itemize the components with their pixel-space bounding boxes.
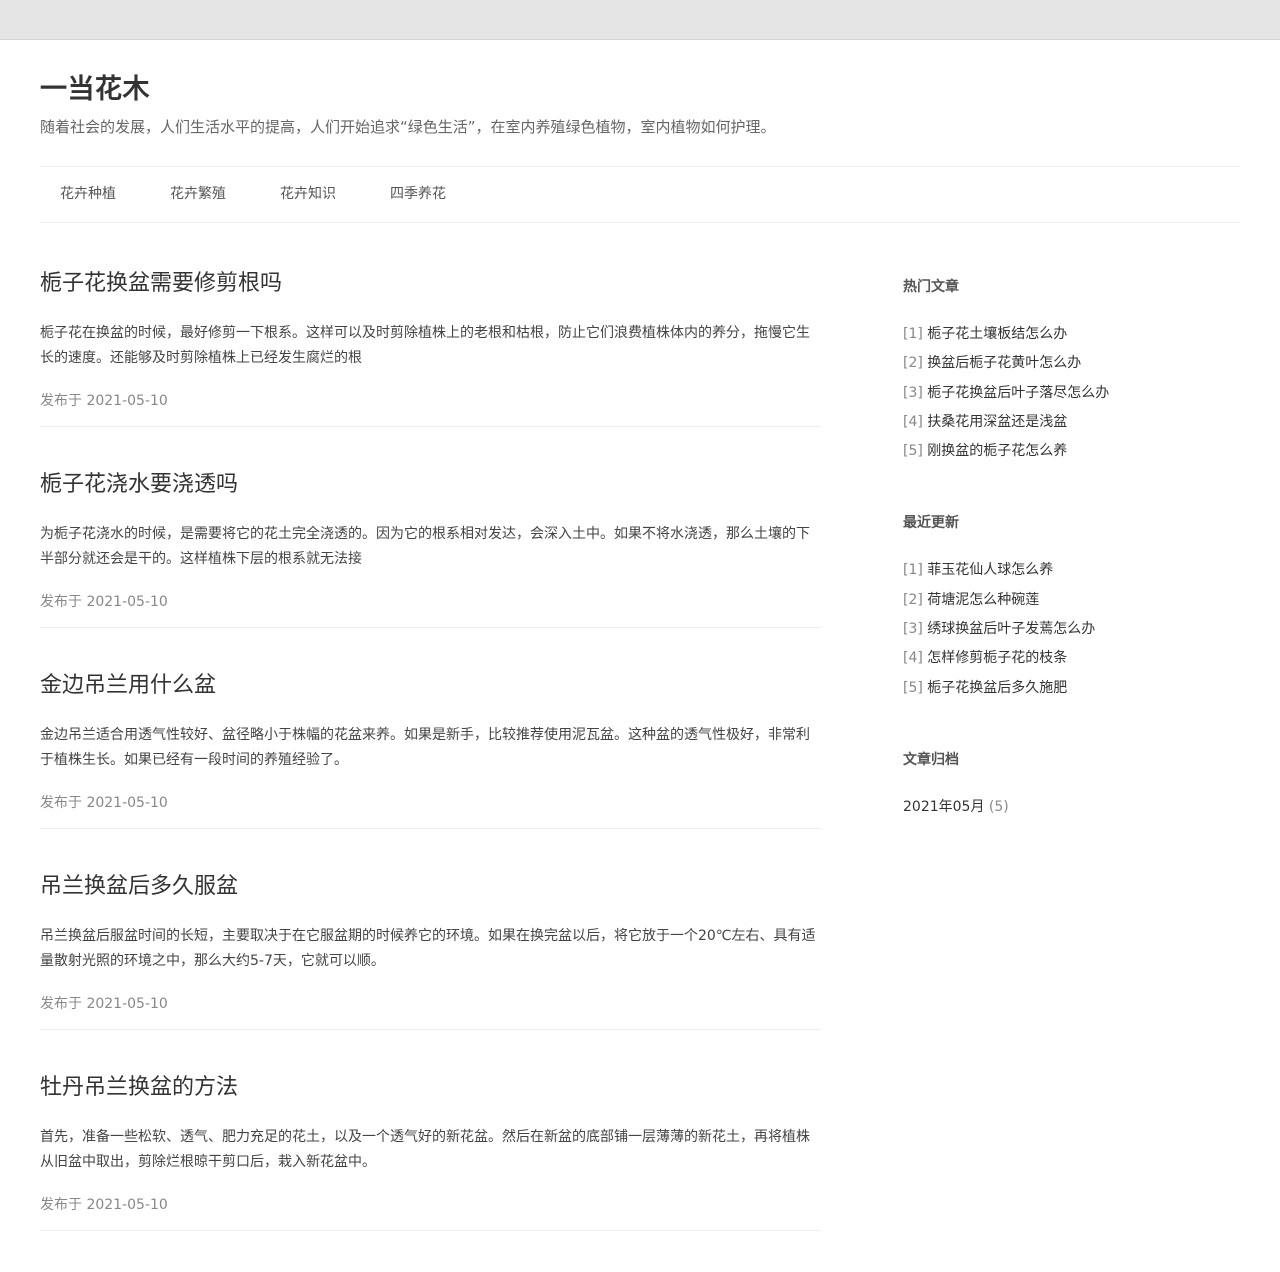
post-excerpt: 首先，准备一些松软、透气、肥力充足的花土，以及一个透气好的新花盆。然后在新盆的底…	[40, 1129, 810, 1170]
hot-post-item[interactable]: [4] 扶桑花用深盆还是浅盆	[903, 408, 1240, 437]
recent-posts-list: [1] 菲玉花仙人球怎么养 [2] 荷塘泥怎么种碗莲 [3] 绣球换盆后叶子发蔫…	[903, 556, 1240, 702]
archive-list: 2021年05月 (5)	[903, 793, 1240, 822]
site-title[interactable]: 一当花木	[40, 72, 1240, 108]
recent-post-link[interactable]: 荷塘泥怎么种碗莲	[927, 592, 1039, 608]
recent-post-item[interactable]: [5] 栀子花换盆后多久施肥	[903, 674, 1240, 703]
hot-posts-widget: 热门文章 [1] 栀子花土壤板结怎么办 [2] 换盆后栀子花黄叶怎么办 [3] …	[903, 276, 1240, 466]
archive-item[interactable]: 2021年05月 (5)	[903, 793, 1240, 822]
recent-posts-widget: 最近更新 [1] 菲玉花仙人球怎么养 [2] 荷塘泥怎么种碗莲 [3] 绣球换盆…	[903, 512, 1240, 702]
list-index: [4]	[903, 413, 923, 430]
post-title[interactable]: 牡丹吊兰换盆的方法	[40, 1071, 821, 1105]
site-description: 随着社会的发展，人们生活水平的提高，人们开始追求“绿色生活”，在室内养殖绿色植物…	[40, 118, 776, 136]
post-item: 栀子花浇水要浇透吗 为栀子花浇水的时候，是需要将它的花土完全浇透的。因为它的根系…	[40, 468, 821, 628]
recent-post-item[interactable]: [3] 绣球换盆后叶子发蔫怎么办	[903, 615, 1240, 644]
hot-posts-list: [1] 栀子花土壤板结怎么办 [2] 换盆后栀子花黄叶怎么办 [3] 栀子花换盆…	[903, 320, 1240, 466]
post-title[interactable]: 金边吊兰用什么盆	[40, 669, 821, 703]
recent-post-item[interactable]: [1] 菲玉花仙人球怎么养	[903, 556, 1240, 585]
sidebar: 热门文章 [1] 栀子花土壤板结怎么办 [2] 换盆后栀子花黄叶怎么办 [3] …	[903, 276, 1240, 822]
post-date: 发布于 2021-05-10	[40, 393, 168, 409]
site-header: 一当花木 随着社会的发展，人们生活水平的提高，人们开始追求“绿色生活”，在室内养…	[40, 72, 1240, 138]
hot-post-link[interactable]: 栀子花土壤板结怎么办	[927, 326, 1067, 342]
post-item: 栀子花换盆需要修剪根吗 栀子花在换盆的时候，最好修剪一下根系。这样可以及时剪除植…	[40, 267, 821, 427]
recent-post-item[interactable]: [2] 荷塘泥怎么种碗莲	[903, 586, 1240, 615]
recent-post-link[interactable]: 栀子花换盆后多久施肥	[927, 680, 1067, 696]
list-index: [4]	[903, 650, 923, 667]
hot-posts-title: 热门文章	[903, 279, 959, 295]
hot-post-link[interactable]: 刚换盆的栀子花怎么养	[927, 443, 1067, 459]
recent-posts-title: 最近更新	[903, 515, 959, 532]
nav-item-flower-propagation[interactable]: 花卉繁殖	[170, 167, 226, 222]
post-date: 发布于 2021-05-10	[40, 996, 168, 1012]
list-index: [1]	[903, 562, 923, 579]
nav-item-four-seasons[interactable]: 四季养花	[390, 167, 446, 222]
list-index: [2]	[903, 591, 923, 608]
hot-post-item[interactable]: [1] 栀子花土壤板结怎么办	[903, 320, 1240, 349]
nav-item-flower-planting[interactable]: 花卉种植	[60, 167, 116, 222]
main-nav: 花卉种植 花卉繁殖 花卉知识 四季养花	[40, 166, 1240, 223]
list-index: [3]	[903, 621, 923, 638]
post-date: 发布于 2021-05-10	[40, 1197, 168, 1213]
recent-post-item[interactable]: [4] 怎样修剪栀子花的枝条	[903, 644, 1240, 673]
hot-post-link[interactable]: 栀子花换盆后叶子落尽怎么办	[927, 385, 1109, 401]
post-excerpt: 金边吊兰适合用透气性较好、盆径略小于株幅的花盆来养。如果是新手，比较推荐使用泥瓦…	[40, 727, 810, 768]
list-index: [1]	[903, 326, 923, 342]
hot-post-item[interactable]: [3] 栀子花换盆后叶子落尽怎么办	[903, 379, 1240, 408]
hot-post-item[interactable]: [2] 换盆后栀子花黄叶怎么办	[903, 349, 1240, 378]
browser-top-bar	[0, 0, 1280, 40]
archive-count: (5)	[988, 798, 1009, 815]
nav-item-flower-knowledge[interactable]: 花卉知识	[280, 167, 336, 222]
list-index: [3]	[903, 384, 923, 401]
archive-widget: 文章归档 2021年05月 (5)	[903, 749, 1240, 822]
post-excerpt: 栀子花在换盆的时候，最好修剪一下根系。这样可以及时剪除植株上的老根和枯根，防止它…	[40, 325, 810, 366]
recent-post-link[interactable]: 怎样修剪栀子花的枝条	[927, 650, 1067, 666]
post-item: 牡丹吊兰换盆的方法 首先，准备一些松软、透气、肥力充足的花土，以及一个透气好的新…	[40, 1071, 821, 1231]
archive-title: 文章归档	[903, 751, 959, 768]
recent-post-link[interactable]: 绣球换盆后叶子发蔫怎么办	[927, 621, 1095, 637]
hot-post-item[interactable]: [5] 刚换盆的栀子花怎么养	[903, 437, 1240, 466]
post-date: 发布于 2021-05-10	[40, 594, 168, 610]
post-item: 金边吊兰用什么盆 金边吊兰适合用透气性较好、盆径略小于株幅的花盆来养。如果是新手…	[40, 669, 821, 829]
list-index: [5]	[903, 679, 923, 696]
hot-post-link[interactable]: 换盆后栀子花黄叶怎么办	[927, 355, 1081, 371]
post-title[interactable]: 栀子花换盆需要修剪根吗	[40, 267, 821, 301]
post-date: 发布于 2021-05-10	[40, 795, 168, 811]
post-title[interactable]: 栀子花浇水要浇透吗	[40, 468, 821, 502]
list-index: [2]	[903, 355, 923, 372]
list-index: [5]	[903, 443, 923, 460]
post-item: 吊兰换盆后多久服盆 吊兰换盆后服盆时间的长短，主要取决于在它服盆期的时候养它的环…	[40, 870, 821, 1030]
post-excerpt: 为栀子花浇水的时候，是需要将它的花土完全浇透的。因为它的根系相对发达，会深入土中…	[40, 526, 810, 567]
recent-post-link[interactable]: 菲玉花仙人球怎么养	[927, 562, 1053, 578]
hot-post-link[interactable]: 扶桑花用深盆还是浅盆	[927, 414, 1067, 430]
post-excerpt: 吊兰换盆后服盆时间的长短，主要取决于在它服盆期的时候养它的环境。如果在换完盆以后…	[40, 928, 816, 969]
post-title[interactable]: 吊兰换盆后多久服盆	[40, 870, 821, 904]
archive-month-link[interactable]: 2021年05月	[903, 799, 984, 815]
post-list: 栀子花换盆需要修剪根吗 栀子花在换盆的时候，最好修剪一下根系。这样可以及时剪除植…	[40, 267, 821, 1272]
